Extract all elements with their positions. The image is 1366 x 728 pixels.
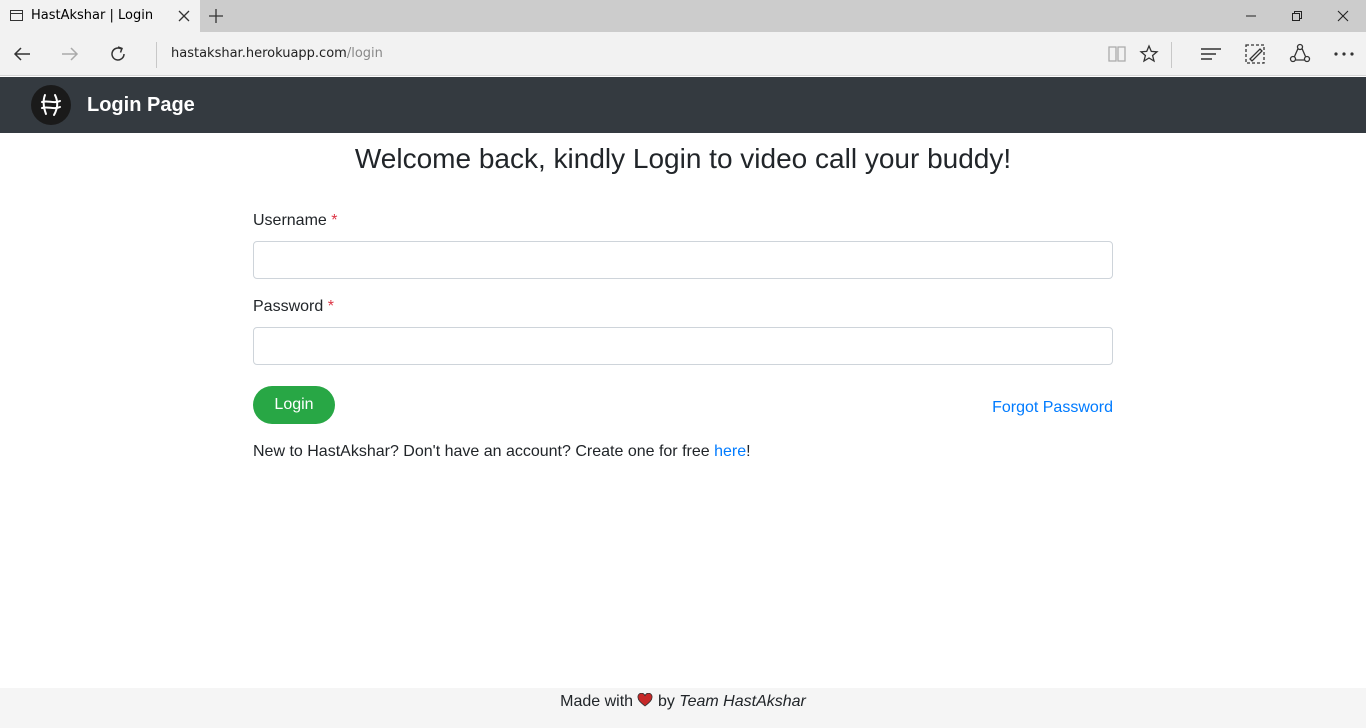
favorite-button[interactable]	[1129, 32, 1169, 76]
refresh-icon	[111, 46, 125, 61]
footer-team: Team HastAkshar	[679, 693, 806, 710]
url-field[interactable]: hastakshar.herokuapp.com/login	[171, 46, 383, 61]
url-path: /login	[346, 46, 383, 61]
url-separator	[156, 42, 157, 68]
username-input[interactable]	[253, 241, 1113, 279]
password-input[interactable]	[253, 327, 1113, 365]
signup-prompt: New to HastAkshar? Don't have an account…	[253, 443, 751, 461]
new-tab-icon[interactable]	[207, 7, 225, 25]
signup-link[interactable]: here	[714, 443, 746, 460]
toolbar-separator	[1171, 42, 1172, 68]
address-toolbar: hastakshar.herokuapp.com/login	[0, 32, 1366, 76]
hub-icon	[1201, 48, 1221, 60]
forgot-password-link[interactable]: Forgot Password	[992, 399, 1113, 417]
browser-tab-strip: HastAkshar | Login	[0, 0, 1366, 32]
login-button[interactable]: Login	[253, 386, 335, 424]
password-label-text: Password	[253, 298, 324, 315]
share-icon	[1289, 43, 1311, 63]
navbar-brand[interactable]: Login Page	[87, 94, 195, 117]
tab-title: HastAkshar | Login	[31, 8, 154, 23]
web-note-icon	[1245, 44, 1265, 64]
more-button[interactable]	[1324, 32, 1364, 76]
username-label: Username *	[253, 212, 338, 230]
close-tab-icon[interactable]	[176, 8, 192, 24]
forward-arrow-icon	[62, 47, 79, 61]
username-label-text: Username	[253, 212, 327, 229]
page-icon	[10, 10, 23, 21]
heart-icon	[638, 692, 653, 707]
star-icon	[1139, 44, 1159, 63]
restore-icon	[1292, 11, 1302, 21]
page-heading: Welcome back, kindly Login to video call…	[354, 143, 1012, 174]
hub-button[interactable]	[1191, 32, 1231, 76]
reading-view-icon	[1108, 46, 1126, 62]
footer-made-with: Made with	[560, 693, 634, 710]
back-button[interactable]	[0, 32, 44, 76]
refresh-button[interactable]	[96, 32, 140, 76]
hastakshar-logo-icon[interactable]	[31, 85, 71, 125]
restore-button[interactable]	[1274, 0, 1320, 32]
password-label: Password *	[253, 298, 334, 316]
browser-tab[interactable]: HastAkshar | Login	[0, 0, 200, 32]
signup-text: New to HastAkshar? Don't have an account…	[253, 443, 715, 460]
minimize-icon	[1246, 15, 1256, 17]
minimize-button[interactable]	[1228, 0, 1274, 32]
url-host: hastakshar.herokuapp.com	[171, 46, 347, 61]
share-button[interactable]	[1280, 32, 1320, 76]
footer-by: by	[657, 693, 675, 710]
page-footer: Made with by Team HastAkshar	[0, 688, 1366, 728]
site-navbar: Login Page	[0, 77, 1366, 133]
required-marker: *	[331, 212, 338, 229]
required-marker: *	[327, 298, 334, 315]
close-window-button[interactable]	[1320, 0, 1366, 32]
back-arrow-icon	[13, 47, 30, 61]
web-note-button[interactable]	[1235, 32, 1275, 76]
more-dots-icon	[1334, 52, 1354, 56]
logo-glyph	[41, 94, 61, 116]
signup-suffix: !	[746, 443, 751, 460]
forward-button[interactable]	[48, 32, 92, 76]
close-icon	[1337, 10, 1349, 22]
